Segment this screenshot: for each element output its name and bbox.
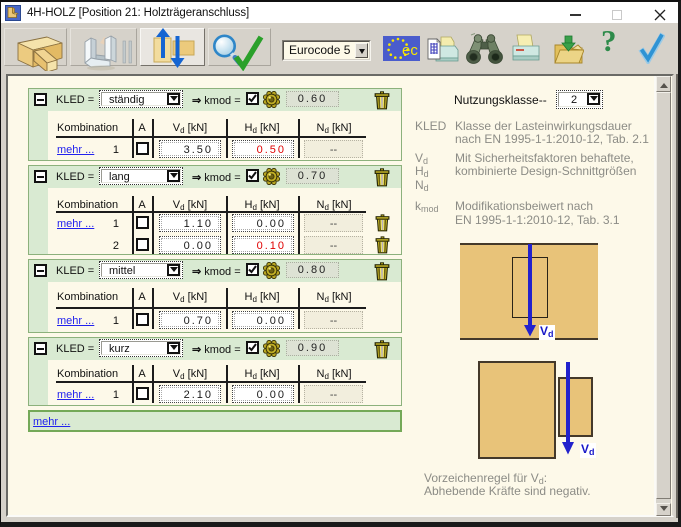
svg-text:ec: ec (402, 42, 418, 59)
